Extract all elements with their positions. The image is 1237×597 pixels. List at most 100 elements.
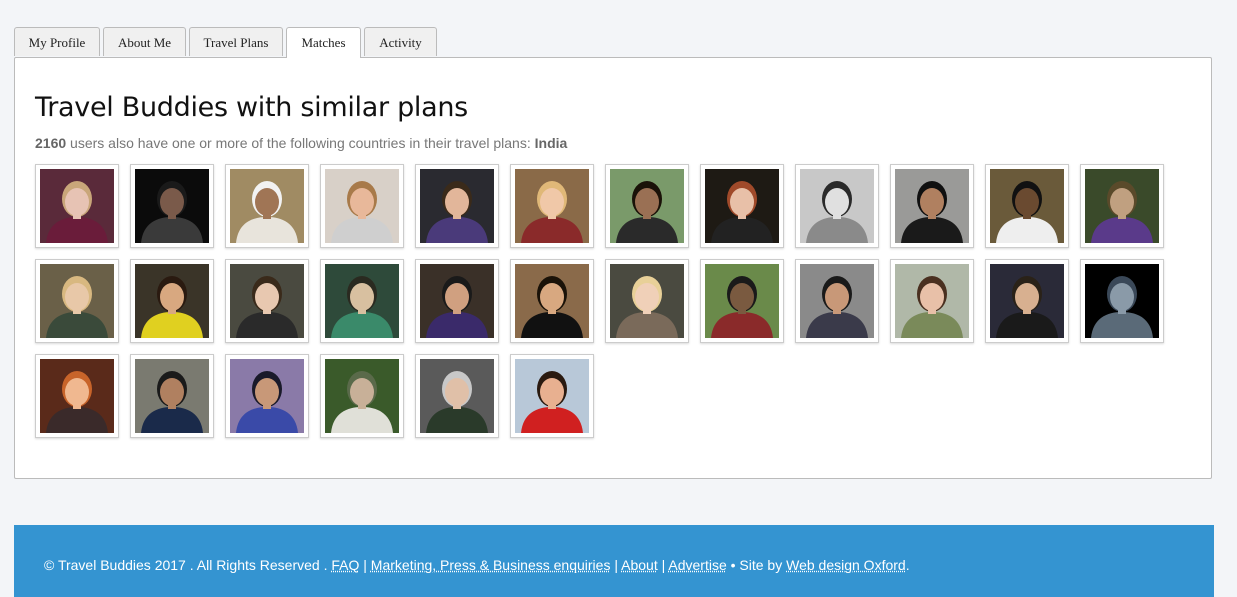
profile-thumbnail[interactable] [225,354,309,438]
profile-photo [420,264,494,338]
profile-thumbnail[interactable] [700,164,784,248]
person-avatar-icon [990,264,1064,338]
profile-photo [40,169,114,243]
profile-thumbnail[interactable] [320,164,404,248]
copyright-text: © Travel Buddies 2017 . All Rights Reser… [44,557,332,573]
profile-thumbnail[interactable] [1080,164,1164,248]
person-avatar-icon [705,264,779,338]
person-avatar-icon [325,169,399,243]
profile-photo [230,264,304,338]
tab-travel-plans[interactable]: Travel Plans [189,27,283,56]
profile-photo [515,359,589,433]
profile-photo [40,359,114,433]
profile-photo [1085,169,1159,243]
profile-thumbnail[interactable] [605,164,689,248]
summary-text: users also have one or more of the follo… [70,135,531,151]
profile-thumbnail[interactable] [225,259,309,343]
profile-photo [895,169,969,243]
profile-thumbnail[interactable] [35,259,119,343]
profile-photo [1085,264,1159,338]
profile-photo [610,264,684,338]
person-avatar-icon [610,264,684,338]
profile-thumbnail[interactable] [415,164,499,248]
footer-separator: | [359,557,371,573]
profile-photo [800,264,874,338]
marketing-link[interactable]: Marketing, Press & Business enquiries [371,557,611,573]
person-avatar-icon [1085,264,1159,338]
tab-matches[interactable]: Matches [286,27,361,58]
profile-thumbnail[interactable] [890,259,974,343]
person-avatar-icon [895,264,969,338]
profile-photo [325,264,399,338]
profile-thumbnail[interactable] [35,354,119,438]
faq-link[interactable]: FAQ [331,557,359,573]
profile-thumbnail[interactable] [985,164,1069,248]
profile-thumbnail[interactable] [225,164,309,248]
person-avatar-icon [800,264,874,338]
profile-thumbnail[interactable] [605,259,689,343]
footer-separator: | [610,557,622,573]
profile-thumbnail[interactable] [130,259,214,343]
country-name: India [534,135,568,151]
profile-photo [420,169,494,243]
profile-photo [990,169,1064,243]
profile-thumbnail[interactable] [700,259,784,343]
person-avatar-icon [230,169,304,243]
user-count: 2160 [35,135,67,151]
person-avatar-icon [325,264,399,338]
person-avatar-icon [135,264,209,338]
person-avatar-icon [325,359,399,433]
profile-photo [990,264,1064,338]
profile-photo [610,169,684,243]
profile-thumbnail[interactable] [320,259,404,343]
profile-thumbnail[interactable] [130,164,214,248]
person-avatar-icon [420,264,494,338]
profile-thumbnail[interactable] [130,354,214,438]
profile-thumbnail[interactable] [35,164,119,248]
profile-thumbnail[interactable] [795,259,879,343]
profile-photo [800,169,874,243]
person-avatar-icon [895,169,969,243]
profile-photo [325,169,399,243]
about-link[interactable]: About [621,557,658,573]
profile-thumbnail[interactable] [510,354,594,438]
person-avatar-icon [610,169,684,243]
profile-photo [230,359,304,433]
profile-photo [230,169,304,243]
person-avatar-icon [40,264,114,338]
profile-photo [895,264,969,338]
person-avatar-icon [705,169,779,243]
profile-photo [325,359,399,433]
profile-thumbnail[interactable] [890,164,974,248]
profile-photo [135,169,209,243]
matches-summary: 2160 users also have one or more of the … [35,135,567,151]
profile-thumbnail[interactable] [985,259,1069,343]
profile-photo [705,169,779,243]
advertise-link[interactable]: Advertise [668,557,726,573]
profile-thumbnail[interactable] [320,354,404,438]
footer: © Travel Buddies 2017 . All Rights Reser… [14,525,1214,597]
profile-photo [135,359,209,433]
profile-thumbnail[interactable] [1080,259,1164,343]
profile-photo [135,264,209,338]
site-by-text: • Site by [726,557,787,573]
profile-thumbnail[interactable] [795,164,879,248]
person-avatar-icon [40,169,114,243]
person-avatar-icon [515,264,589,338]
web-design-link[interactable]: Web design Oxford [786,557,906,573]
tab-activity[interactable]: Activity [364,27,437,56]
profile-thumbnail[interactable] [415,259,499,343]
person-avatar-icon [230,264,304,338]
person-avatar-icon [800,169,874,243]
profile-photo [515,169,589,243]
profile-thumbnail[interactable] [415,354,499,438]
profile-photo [705,264,779,338]
tab-about-me[interactable]: About Me [103,27,186,56]
person-avatar-icon [515,359,589,433]
tab-my-profile[interactable]: My Profile [14,27,100,56]
profile-photo [40,264,114,338]
profile-thumbnail[interactable] [510,164,594,248]
person-avatar-icon [420,359,494,433]
person-avatar-icon [990,169,1064,243]
profile-thumbnail[interactable] [510,259,594,343]
